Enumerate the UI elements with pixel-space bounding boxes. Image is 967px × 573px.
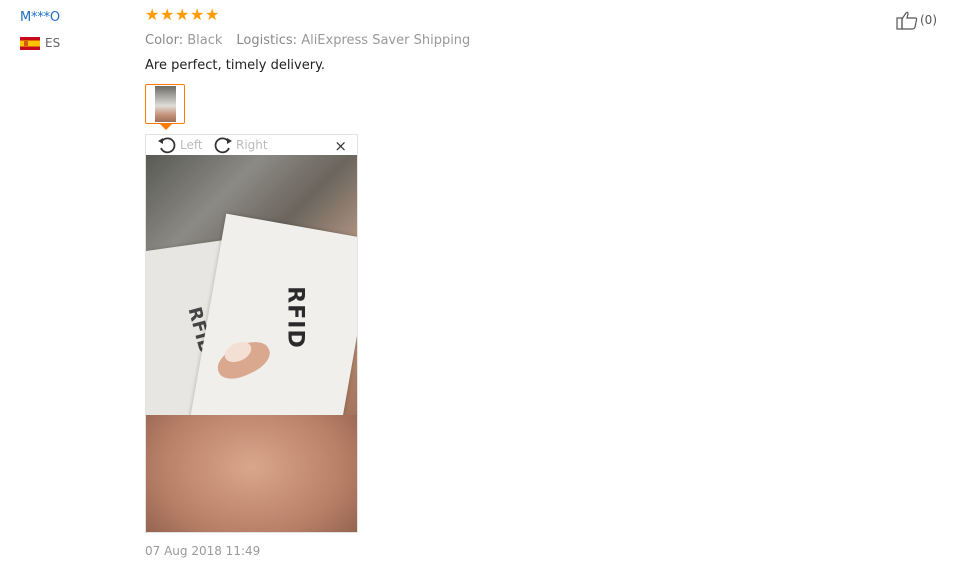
viewer-toolbar: Left Right ×	[146, 135, 357, 155]
order-meta: Color: Black Logistics: AliExpress Saver…	[145, 33, 470, 48]
logistics-label: Logistics:	[236, 33, 298, 48]
rotate-right-button[interactable]: Right	[212, 135, 268, 155]
spain-flag-icon	[20, 36, 40, 50]
reviewer-name[interactable]: M***O	[20, 10, 60, 25]
rfid-sleeve-front-text: RFID	[282, 286, 308, 349]
color-info: Color: Black	[145, 33, 222, 48]
star-icon: ★	[205, 5, 220, 24]
color-value: Black	[187, 33, 223, 48]
review-text: Are perfect, timely delivery.	[145, 58, 326, 73]
thumbnail-image	[155, 86, 176, 122]
star-icon: ★	[190, 5, 205, 24]
star-icon: ★	[145, 5, 160, 24]
photo-viewer: Left Right × RFID RFID	[145, 134, 358, 533]
close-viewer-button[interactable]: ×	[334, 137, 347, 155]
rotate-left-icon	[158, 137, 176, 154]
photo-background	[146, 415, 357, 532]
rotate-right-label: Right	[236, 138, 268, 152]
review-photo: RFID RFID	[146, 155, 357, 532]
review-photo-thumbnail[interactable]	[145, 84, 185, 124]
color-label: Color:	[145, 33, 184, 48]
rotate-left-label: Left	[180, 138, 203, 152]
review-date: 07 Aug 2018 11:49	[145, 544, 261, 558]
logistics-info: Logistics: AliExpress Saver Shipping	[236, 33, 470, 48]
rotate-left-button[interactable]: Left	[156, 135, 203, 155]
star-icon: ★	[175, 5, 190, 24]
helpful-button[interactable]: (0)	[896, 10, 937, 30]
rotate-right-icon	[214, 137, 232, 154]
helpful-count: (0)	[920, 13, 937, 27]
country-code: ES	[45, 36, 61, 50]
logistics-value: AliExpress Saver Shipping	[301, 33, 471, 48]
reviewer-country: ES	[20, 36, 60, 50]
star-rating: ★ ★ ★ ★ ★	[145, 5, 220, 24]
thumbnail-pointer	[160, 124, 172, 130]
star-icon: ★	[160, 5, 175, 24]
thumbs-up-icon	[896, 11, 918, 30]
